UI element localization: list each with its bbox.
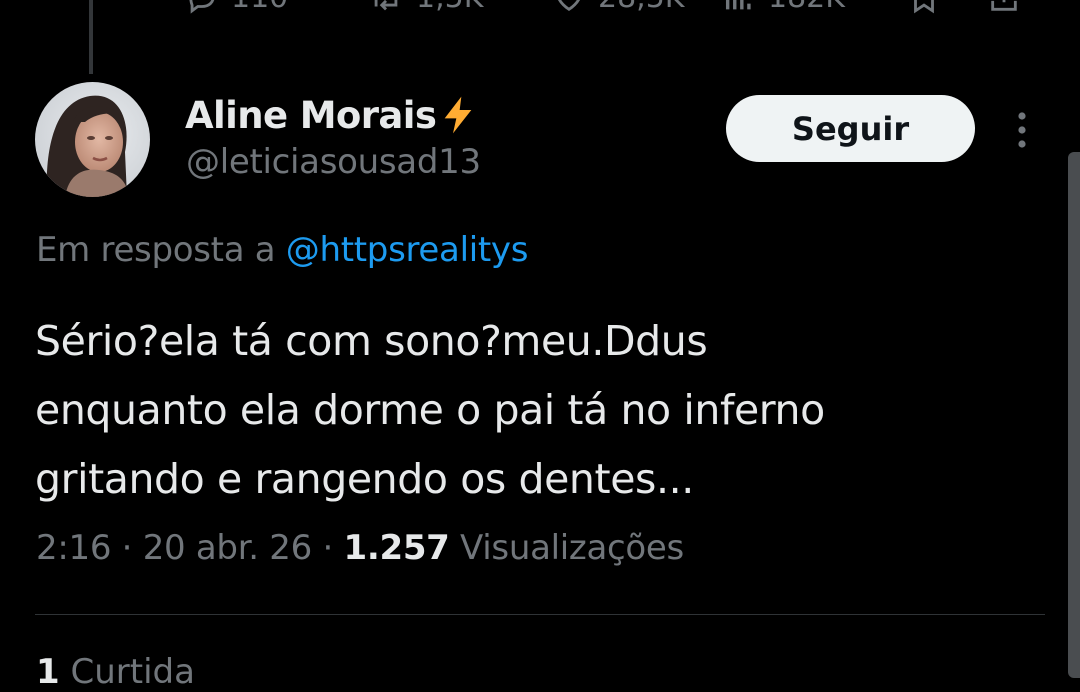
reply-count: 110 — [231, 0, 288, 18]
tweet-date[interactable]: 20 abr. 26 — [143, 528, 313, 568]
tweet-text: Sério?ela tá com sono?meu.Ddus enquanto … — [35, 307, 1035, 514]
reply-mention-link[interactable]: @httpsrealitys — [286, 230, 529, 270]
retweet-icon — [374, 0, 398, 11]
reply-context: Em resposta a @httpsrealitys — [36, 230, 528, 270]
previous-tweet-action-bar: 110 1,5K 28,5K 182K — [0, 0, 1080, 18]
share-icon — [991, 0, 1017, 11]
more-vertical-icon — [1018, 112, 1026, 148]
tweet-time[interactable]: 2:16 — [36, 528, 111, 568]
author-name-row[interactable]: Aline Morais — [185, 90, 478, 140]
views-total: 1.257 — [343, 528, 450, 568]
tweet-metadata: 2:16 · 20 abr. 26 · 1.257 Visualizações — [36, 528, 684, 568]
divider — [35, 614, 1045, 615]
retweet-count: 1,5K — [416, 0, 483, 18]
like-icon — [557, 0, 581, 12]
follow-button[interactable]: Seguir — [726, 95, 975, 162]
like-count: 28,5K — [598, 0, 684, 18]
views-action[interactable]: 182K — [722, 0, 845, 18]
lightning-emoji-icon — [444, 96, 472, 134]
views-label: Visualizações — [460, 528, 684, 568]
avatar-photo-icon — [35, 82, 150, 197]
author-handle[interactable]: @leticiasousad13 — [186, 142, 481, 182]
reply-icon — [189, 0, 215, 14]
display-name[interactable]: Aline Morais — [185, 94, 437, 137]
separator-dot: · — [121, 528, 133, 568]
like-action[interactable]: 28,5K — [552, 0, 684, 18]
separator-dot: · — [322, 528, 333, 568]
thread-connector-line — [89, 0, 93, 74]
tweet-text-line: Sério?ela tá com sono?meu.Ddus — [35, 317, 708, 365]
tweet-text-line: gritando e rangendo os dentes... — [35, 455, 694, 503]
scrollbar[interactable] — [1068, 152, 1080, 678]
likes-label: Curtida — [70, 652, 195, 692]
likes-count: 1 — [36, 652, 60, 692]
bookmark-icon — [914, 0, 934, 14]
bookmark-action[interactable] — [907, 0, 941, 18]
views-icon — [725, 0, 751, 10]
avatar[interactable] — [35, 82, 150, 197]
share-action[interactable] — [985, 0, 1023, 18]
retweet-action[interactable]: 1,5K — [368, 0, 483, 18]
more-options-button[interactable] — [1006, 108, 1038, 152]
views-count: 182K — [768, 0, 845, 18]
tweet-text-line: enquanto ela dorme o pai tá no inferno — [35, 386, 825, 434]
reply-action[interactable]: 110 — [185, 0, 288, 18]
likes-summary[interactable]: 1 Curtida — [36, 652, 195, 692]
reply-prefix: Em resposta a — [36, 230, 276, 270]
